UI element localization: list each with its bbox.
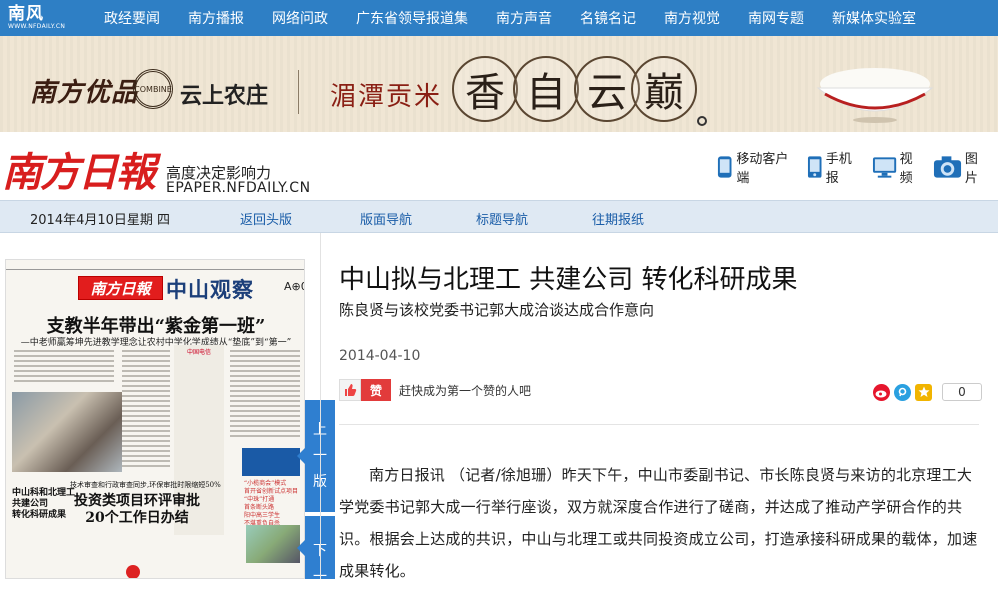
paper-big-head[interactable]: 投资类项目环评审批 20个工作日办结	[74, 493, 200, 527]
tool-pictures[interactable]: 图片	[933, 148, 990, 186]
paper-side-ad-title: 中国电信	[186, 349, 211, 356]
share-bar: 0	[873, 383, 982, 401]
paper-left-news[interactable]: 中山科和北理工 共建公司 转化科研成果	[12, 488, 75, 521]
phone-icon	[808, 156, 822, 178]
paper-left-news-line-3: 转化科研成果	[12, 510, 67, 520]
paper-right-news-line-4: 首条断头路	[244, 504, 275, 511]
pager-up-arrow-icon	[297, 448, 305, 464]
article-title: 中山拟与北理工 共建公司 转化科研成果	[339, 265, 798, 295]
masthead-site-url: EPAPER.NFDAILY.CN	[166, 180, 311, 196]
like-button[interactable]: 赞	[339, 379, 391, 401]
banner-ad[interactable]: 南方优品 COMBINE 云上农庄 湄潭贡米 香 自 云 巅	[0, 36, 998, 132]
site-logo[interactable]: 南风 WWW.NFDAILY.CN	[0, 0, 76, 36]
paper-subhead: —中老师羸筹坤先进教学理念让农村中学化学成绩从“垫底”到“第一”	[20, 338, 292, 348]
nav-item-politics[interactable]: 政经要闻	[90, 8, 174, 28]
paper-logo: 南方日報	[78, 276, 163, 300]
video-monitor-icon	[872, 157, 896, 178]
paper-page-header: 南方日報 中山观察 A⊕01	[16, 274, 304, 302]
nav-item-south-vision[interactable]: 南方视觉	[650, 8, 734, 28]
paper-right-news-line-5: 阳中高三学生	[244, 512, 281, 519]
paper-photo-small	[246, 525, 300, 563]
pager-down-arrow-icon	[297, 540, 305, 556]
banner-tagline: 湄潭贡米	[330, 82, 443, 112]
tool-pictures-label: 图片	[964, 152, 978, 186]
paper-badge-icon	[126, 565, 140, 578]
nav-item-new-media-lab[interactable]: 新媒体实验室	[818, 8, 930, 28]
date-nav-bar: 2014年4月10日星期 四 返回头版 版面导航 标题导航 往期报纸	[0, 200, 998, 233]
banner-char-2: 自	[513, 56, 579, 122]
nav-item-leaders-reports[interactable]: 广东省领导报道集	[342, 8, 482, 28]
masthead-tools: 移动客户端 手机报 视频 图片	[716, 148, 998, 186]
weibo-share-icon[interactable]	[873, 383, 890, 401]
masthead: 南方日報 高度决定影响力 EPAPER.NFDAILY.CN 移动客户端 手机报	[0, 132, 998, 200]
banner-dot	[697, 116, 707, 126]
newspaper-page-thumbnail[interactable]: 南方日報 中山观察 A⊕01 支教半年带出“紫金第一班” —中老师羸筹坤先进教学…	[5, 259, 305, 579]
link-title-nav[interactable]: 标题导航	[476, 209, 528, 228]
paper-text-block-2	[122, 350, 170, 470]
paper-big-head-line-2: 20个工作日办结	[85, 510, 189, 526]
article: 中山拟与北理工 共建公司 转化科研成果 陈良贤与该校党委书记郭大成洽谈达成合作意…	[320, 233, 998, 580]
rice-bowl-image	[816, 68, 934, 123]
paper-left-news-line-1: 中山科和北理工	[12, 488, 76, 498]
like-label: 赞	[361, 379, 391, 401]
nav-item-famous-reporters[interactable]: 名镜名记	[566, 8, 650, 28]
tool-mobile-client-label: 移动客户端	[736, 152, 789, 186]
paper-right-news-line-2: 首开省创新试点项目	[244, 488, 299, 495]
page-thumbnail-column: 南方日報 中山观察 A⊕01 支教半年带出“紫金第一班” —中老师羸筹坤先进教学…	[0, 233, 318, 579]
tool-video[interactable]: 视频	[872, 148, 925, 186]
link-front-page[interactable]: 返回头版	[240, 209, 292, 228]
nav-item-south-voice[interactable]: 南方声音	[482, 8, 566, 28]
paper-section-title: 中山观察	[166, 278, 254, 302]
article-divider	[339, 424, 979, 425]
paper-left-news-line-2: 共建公司	[12, 499, 49, 509]
article-body: 南方日报讯 （记者/徐旭珊）昨天下午，中山市委副书记、市长陈良贤与来访的北京理工…	[339, 466, 978, 580]
paper-page-number: A⊕01	[284, 280, 304, 293]
paper-right-news[interactable]: “小榄商会”模式 首开省创新试点项目 “中珠”打通 首条断头路 阳中高三学生 不…	[244, 480, 298, 528]
link-past-issues[interactable]: 往期报纸	[592, 209, 644, 228]
like-area: 赞 赶快成为第一个赞的人吧	[339, 379, 531, 401]
nav-item-broadcast[interactable]: 南方播报	[174, 8, 258, 28]
site-logo-url: WWW.NFDAILY.CN	[8, 22, 66, 30]
paper-big-head-line-1: 投资类项目环评审批	[74, 493, 200, 509]
tool-phone-paper[interactable]: 手机报	[807, 148, 863, 186]
article-date: 2014-04-10	[339, 348, 421, 364]
top-nav-bar: 南风 WWW.NFDAILY.CN 政经要闻 南方播报 网络问政 广东省领导报道…	[0, 0, 998, 36]
banner-char-1: 香	[452, 56, 518, 122]
paper-right-news-line-1: “小榄商会”模式	[244, 480, 287, 487]
tool-phone-paper-label: 手机报	[825, 152, 852, 186]
paper-photo-classroom	[12, 392, 122, 472]
camera-icon	[933, 156, 961, 178]
newspaper-logo[interactable]: 南方日報	[2, 140, 156, 198]
banner-brand-cloud-farm: 云上农庄	[180, 84, 269, 109]
issue-date: 2014年4月10日星期 四	[30, 213, 171, 228]
qzone-share-icon[interactable]	[915, 383, 932, 401]
banner-char-4: 巅	[631, 56, 697, 122]
paper-header-strip	[6, 269, 304, 270]
banner-seal-text: COMBINE	[134, 84, 172, 94]
thumbs-up-icon	[339, 379, 361, 401]
banner-seal-logo: COMBINE	[133, 69, 173, 109]
tencent-weibo-share-icon[interactable]	[894, 383, 911, 401]
paper-text-block-3	[230, 350, 300, 440]
paper-text-block-1	[14, 350, 114, 385]
tool-video-label: 视频	[899, 152, 913, 186]
link-page-nav[interactable]: 版面导航	[360, 209, 412, 228]
banner-brand-south-products: 南方优品	[30, 78, 139, 108]
article-subtitle: 陈良贤与该校党委书记郭大成洽谈达成合作意向	[339, 301, 655, 319]
tool-mobile-client[interactable]: 移动客户端	[716, 148, 799, 186]
paper-small-head: 技术审查和行政审查同步,环保审批时限缩短50%	[70, 481, 221, 489]
paper-blue-box	[242, 448, 300, 476]
share-count: 0	[942, 383, 982, 401]
site-logo-text: 南风	[8, 3, 44, 24]
paper-right-news-line-3: “中珠”打通	[244, 496, 275, 503]
nav-item-online-inquiry[interactable]: 网络问政	[258, 8, 342, 28]
banner-divider	[298, 70, 299, 114]
mobile-client-icon	[717, 156, 732, 178]
nav-item-specials[interactable]: 南网专题	[734, 8, 818, 28]
like-prompt: 赶快成为第一个赞的人吧	[399, 383, 532, 398]
